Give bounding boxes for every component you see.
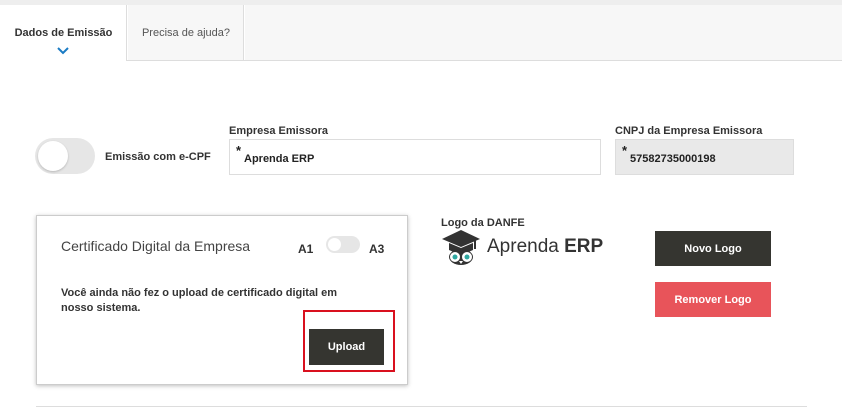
tab-bar: Dados de Emissão Precisa de ajuda? <box>0 5 842 61</box>
required-mark: * <box>236 143 242 158</box>
option-a1-label: A1 <box>298 242 314 256</box>
upload-button[interactable]: Upload <box>309 329 384 365</box>
option-a3-label: A3 <box>369 242 385 256</box>
required-mark: * <box>622 143 628 158</box>
tab-precisa-de-ajuda[interactable]: Precisa de ajuda? <box>128 5 244 60</box>
logo-brand-bold: ERP <box>564 236 604 257</box>
novo-logo-button[interactable]: Novo Logo <box>655 231 771 266</box>
tab-label: Precisa de ajuda? <box>141 27 231 39</box>
certificado-title: Certificado Digital da Empresa <box>61 238 251 254</box>
toggle-knob <box>328 238 341 251</box>
a1-a3-toggle[interactable] <box>326 236 360 253</box>
tab-dados-de-emissao[interactable]: Dados de Emissão <box>0 5 127 61</box>
section-divider <box>36 406 807 407</box>
empresa-input[interactable]: * Aprenda ERP <box>229 139 601 175</box>
ecpf-toggle[interactable] <box>35 138 95 174</box>
logo-brand: Aprenda ERP <box>487 236 603 258</box>
empresa-label: Empresa Emissora <box>229 125 329 137</box>
tab-bar-background <box>245 5 842 60</box>
remover-logo-button[interactable]: Remover Logo <box>655 282 771 317</box>
cnpj-input: * 57582735000198 <box>615 139 794 175</box>
tab-label: Dados de Emissão <box>14 27 113 39</box>
ecpf-label: Emissão com e-CPF <box>105 151 211 163</box>
cnpj-value: 57582735000198 <box>630 153 716 165</box>
toggle-knob <box>38 141 68 171</box>
empresa-value: Aprenda ERP <box>244 153 315 165</box>
graduation-cap-owl-icon <box>442 230 480 265</box>
chevron-down-icon <box>57 47 69 55</box>
certificado-card: Certificado Digital da Empresa A1 A3 Voc… <box>36 215 408 385</box>
cnpj-label: CNPJ da Empresa Emissora <box>615 125 763 137</box>
logo-brand-light: Aprenda <box>487 236 559 257</box>
